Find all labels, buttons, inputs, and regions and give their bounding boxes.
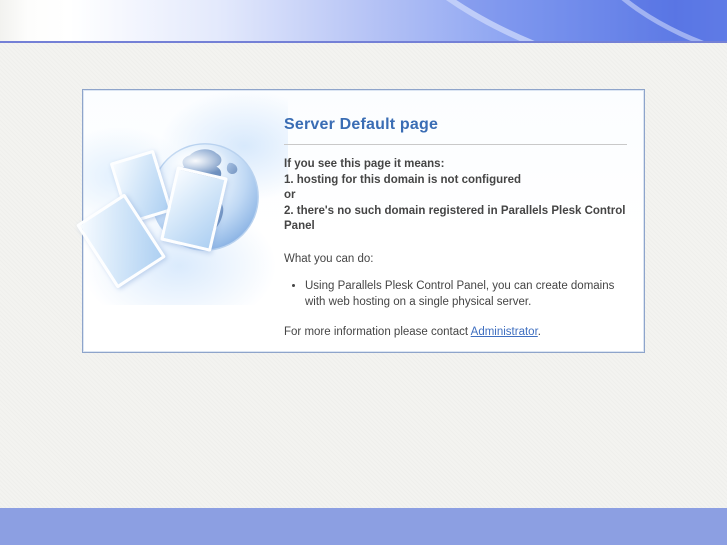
diagnosis-reason-1: 1. hosting for this domain is not config… <box>284 173 522 186</box>
page-title: Server Default page <box>284 116 439 133</box>
diagnosis-lead: If you see this page it means: <box>284 158 445 170</box>
contact-prefix: For more information please contact <box>284 326 469 338</box>
administrator-link[interactable]: Administrator <box>471 326 538 338</box>
default-page-card: Server Default page If you see this page… <box>75 89 645 353</box>
actions-list: Using Parallels Plesk Control Panel, you… <box>284 279 627 310</box>
diagnosis-reason-2: 2. there's no such domain registered in … <box>284 204 626 233</box>
footer-banner <box>0 508 727 545</box>
page-background: { "card": { "title": "Server Default pag… <box>0 0 727 545</box>
globe-documents-illustration <box>75 91 288 305</box>
header-banner <box>0 0 727 43</box>
actions-heading: What you can do: <box>284 252 374 265</box>
diagnosis-block: If you see this page it means: 1. hostin… <box>284 157 627 235</box>
contact-suffix: . <box>537 326 541 338</box>
title-divider <box>284 144 627 145</box>
action-item: Using Parallels Plesk Control Panel, you… <box>305 279 627 310</box>
card-content: Server Default page If you see this page… <box>284 90 644 352</box>
diagnosis-conjunction: or <box>284 189 296 201</box>
contact-line: For more information please contact Admi… <box>284 325 627 341</box>
